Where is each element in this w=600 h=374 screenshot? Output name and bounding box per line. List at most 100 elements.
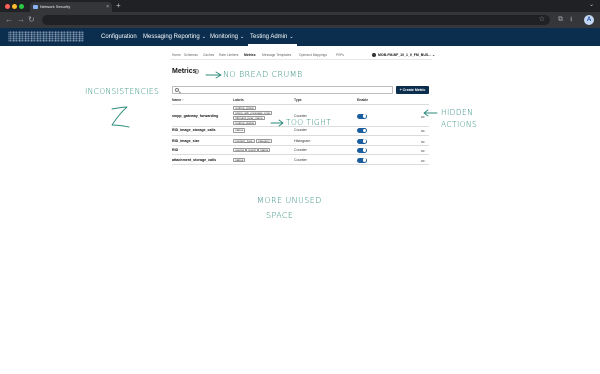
metric-name[interactable]: smpp_gateway_forwarding <box>172 114 218 119</box>
chevron-down-icon: ⌄ <box>240 34 245 40</box>
row-actions-icon[interactable]: ••• <box>421 114 425 119</box>
browser-tab-strip: Network Security × + ⌄ <box>0 0 600 12</box>
chevron-down-icon: ⌄ <box>432 53 436 57</box>
column-header-type: Type <box>294 98 302 102</box>
label-chip: source <box>233 148 247 153</box>
nav-configuration[interactable]: Configuration <box>101 28 137 46</box>
enable-toggle[interactable] <box>357 147 367 153</box>
annotation-space: SPACE <box>266 211 294 220</box>
reload-icon[interactable]: ↻ <box>28 15 35 25</box>
favicon-icon <box>33 5 38 9</box>
row-actions-icon[interactable]: ••• <box>421 148 425 153</box>
label-chip: category <box>256 139 272 144</box>
tenant-icon <box>372 53 376 58</box>
create-metric-button[interactable]: + Create Metric <box>396 86 429 94</box>
nav-messaging-reporting[interactable]: Messaging Reporting ⌄ <box>143 28 206 46</box>
subnav-piips[interactable]: PIIPs <box>336 52 344 58</box>
row-divider <box>172 135 429 136</box>
row-actions-icon[interactable]: ••• <box>421 128 425 133</box>
nav-label: Testing Admin <box>250 34 288 40</box>
label-chip: inbound_peer_name <box>233 115 265 120</box>
tenant-label: MOB-FM-BF_10_1_0_FM_BUS... <box>378 53 432 57</box>
window-minimize-dot[interactable] <box>12 4 17 9</box>
metric-name[interactable]: RID <box>172 148 178 153</box>
metric-name[interactable]: RID_image_size <box>172 139 199 144</box>
label-chip: result <box>246 148 258 153</box>
enable-toggle[interactable] <box>357 128 367 133</box>
column-header-enable: Enable <box>357 98 369 102</box>
search-input[interactable] <box>181 87 381 94</box>
label-chip: status <box>258 148 271 153</box>
window-close-dot[interactable] <box>5 4 10 9</box>
annotation-hidden: HIDDEN <box>441 108 474 117</box>
row-divider <box>172 154 429 155</box>
download-icon[interactable]: ⭳ <box>570 15 572 25</box>
column-header-name[interactable]: Name ↑ <box>172 98 184 103</box>
back-icon[interactable]: ← <box>5 15 13 25</box>
metric-name[interactable]: RID_image_storage_calls <box>172 128 216 133</box>
search-field[interactable] <box>172 86 393 94</box>
address-bar[interactable]: ☆ <box>42 15 550 25</box>
label-chip: smpp_ack_message_type <box>233 110 273 115</box>
enable-toggle[interactable] <box>357 113 367 119</box>
z-mark <box>111 106 130 128</box>
label-chip: routing_status <box>233 120 257 125</box>
chevron-down-icon: ⌄ <box>289 34 294 40</box>
row-divider <box>172 164 429 165</box>
label-chip: status <box>233 128 246 133</box>
profile-avatar[interactable]: A <box>584 15 594 25</box>
subnav-message-templates[interactable]: Message Templates <box>262 52 291 58</box>
annotation-no-breadcrumb: NO BREAD CRUMB <box>223 70 303 79</box>
annotation-too-tight: TOO TIGHT <box>286 118 332 127</box>
page-title: Metrics <box>172 68 197 75</box>
tab-title: Network Security <box>40 4 71 9</box>
arrow-no-breadcrumb <box>205 71 222 79</box>
company-logo-overlay <box>8 31 84 42</box>
browser-tab[interactable]: Network Security × <box>30 2 112 12</box>
star-icon[interactable]: ☆ <box>539 15 545 25</box>
enable-toggle[interactable] <box>357 138 367 144</box>
metric-type: Counter <box>294 147 307 152</box>
metric-type: Counter <box>294 157 307 162</box>
subnav-home[interactable]: Home <box>172 52 181 58</box>
annotation-inconsistencies: INCONSISTENCIES <box>85 87 160 96</box>
chevron-down-icon: ⌄ <box>201 34 206 40</box>
table-header-divider <box>172 104 429 105</box>
subnav-divider <box>170 59 432 60</box>
label-chip: routing_group <box>233 105 256 110</box>
annotation-actions: ACTIONS <box>441 120 478 129</box>
label-chip: content_type <box>233 139 255 144</box>
nav-label: Monitoring <box>210 34 239 40</box>
metric-type: Counter <box>294 128 307 132</box>
row-actions-icon[interactable]: ••• <box>421 158 425 163</box>
nav-label: Messaging Reporting <box>143 34 200 40</box>
subnav-rate-limiters[interactable]: Rate Limiters <box>219 52 238 58</box>
info-icon[interactable]: ? <box>194 69 199 74</box>
tab-close-icon[interactable]: × <box>106 2 109 12</box>
search-icon <box>175 88 179 92</box>
active-nav-indicator <box>248 44 297 46</box>
window-maximize-dot[interactable] <box>19 4 24 9</box>
enable-toggle[interactable] <box>357 157 367 163</box>
tenant-selector[interactable]: MOB-FM-BF_10_1_0_FM_BUS... ⌄ <box>372 52 435 58</box>
nav-monitoring[interactable]: Monitoring ⌄ <box>210 28 244 46</box>
subnav-schemas[interactable]: Schemas <box>184 52 198 58</box>
metric-name[interactable]: attachment_storage_calls <box>172 158 216 163</box>
annotation-more-unused: MORE UNUSED <box>257 196 322 205</box>
subnav-caches[interactable]: Caches <box>203 52 214 58</box>
browser-toolbar: ← → ↻ ☆ ⧉ ⭳ A <box>0 12 600 28</box>
metric-type: Histogram <box>294 138 311 143</box>
nav-label: Configuration <box>101 34 137 40</box>
app-header <box>0 28 600 46</box>
arrow-hidden-actions <box>423 109 438 117</box>
subnav-operand-mappings[interactable]: Operand Mappings <box>299 52 327 58</box>
tab-search-chevron-icon[interactable]: ⌄ <box>589 1 594 8</box>
extensions-icon[interactable]: ⧉ <box>558 15 563 25</box>
label-chip: status <box>233 158 246 163</box>
subnav-metrics[interactable]: Metrics <box>244 52 256 58</box>
row-actions-icon[interactable]: ••• <box>421 139 425 144</box>
column-header-labels: Labels <box>233 98 244 102</box>
forward-icon[interactable]: → <box>17 15 25 25</box>
new-tab-button[interactable]: + <box>116 1 121 11</box>
row-divider <box>172 145 429 146</box>
